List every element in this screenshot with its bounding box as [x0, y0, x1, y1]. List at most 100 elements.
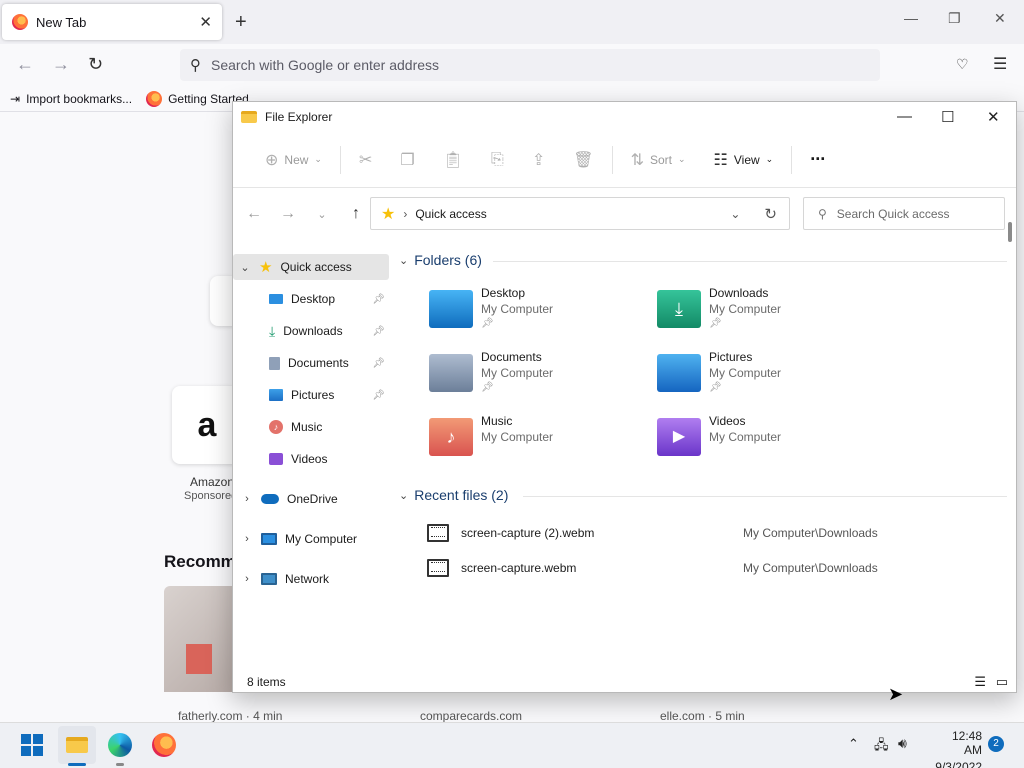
chevron-down-icon: ⌄: [314, 154, 322, 164]
copy-button[interactable]: ❐: [386, 144, 428, 176]
minimize-button[interactable]: —: [897, 108, 912, 125]
folder-tile-documents[interactable]: Documents My Computer 📌︎: [429, 350, 649, 406]
delete-button[interactable]: 🗑︎: [559, 144, 607, 176]
network-icon[interactable]: 🖧︎: [874, 736, 889, 758]
recent-file-row[interactable]: screen-capture.webm My Computer\Download…: [427, 556, 927, 580]
taskbar-file-explorer[interactable]: [58, 726, 96, 764]
restore-browser-button[interactable]: ❐: [948, 10, 961, 27]
chevron-down-icon[interactable]: ⌄: [239, 261, 251, 274]
browser-tab[interactable]: New Tab ✕: [2, 4, 222, 40]
star-icon: ★: [259, 259, 273, 276]
menu-icon[interactable]: ☰: [993, 54, 1007, 74]
bookmark-import[interactable]: ⇥ Import bookmarks...: [10, 92, 132, 106]
address-bar[interactable]: ★ › Quick access ⌄ ↻: [370, 197, 790, 230]
close-button[interactable]: ✕: [987, 108, 1000, 126]
sidebar-item-desktop[interactable]: Desktop 📌︎: [233, 286, 389, 312]
folder-tile-videos[interactable]: ▶ Videos My Computer: [657, 414, 877, 470]
maximize-button[interactable]: ☐: [941, 108, 954, 126]
sidebar-item-my-computer[interactable]: › My Computer: [233, 526, 389, 552]
folder-tile-pictures[interactable]: Pictures My Computer 📌︎: [657, 350, 877, 406]
chevron-right-icon[interactable]: ›: [241, 573, 253, 585]
pin-icon: 📌︎: [481, 382, 494, 393]
volume-icon[interactable]: 🔊︎: [898, 735, 907, 752]
pin-icon[interactable]: 📌︎: [372, 390, 385, 401]
close-tab-icon[interactable]: ✕: [199, 13, 212, 31]
browser-tab-title: New Tab: [36, 14, 87, 30]
chevron-up-icon[interactable]: ⌃: [848, 736, 859, 752]
windows-logo-icon: [21, 734, 43, 756]
start-button[interactable]: [16, 729, 48, 761]
pin-icon[interactable]: 📌︎: [372, 358, 385, 369]
recommended-heading: Recomm: [164, 552, 236, 571]
network-icon: [261, 573, 277, 585]
paste-button[interactable]: 📋︎: [429, 144, 477, 176]
chevron-down-icon: ⌄: [399, 489, 409, 502]
pin-icon[interactable]: 📌︎: [372, 294, 385, 305]
new-button[interactable]: ⊕ New ⌄: [251, 144, 336, 176]
sidebar-item-music[interactable]: ♪ Music: [233, 414, 389, 440]
chevron-down-icon[interactable]: ⌄: [730, 207, 740, 221]
refresh-icon[interactable]: ↻: [764, 205, 777, 223]
mouse-cursor-icon: ➤: [888, 684, 904, 704]
cut-button[interactable]: ✂: [345, 144, 386, 176]
up-icon[interactable]: ↑: [339, 205, 373, 223]
more-options-button[interactable]: ···: [796, 144, 839, 176]
trash-icon: 🗑︎: [573, 151, 594, 169]
pin-icon[interactable]: 📌︎: [372, 326, 385, 337]
clock[interactable]: 12:48 AM 9/3/2022: [932, 729, 982, 768]
back-icon[interactable]: ←: [237, 205, 271, 223]
minimize-browser-button[interactable]: —: [904, 10, 918, 26]
sidebar-item-documents[interactable]: Documents 📌︎: [233, 350, 389, 376]
close-browser-button[interactable]: ✕: [994, 10, 1006, 27]
recent-file-row[interactable]: screen-capture (2).webm My Computer\Down…: [427, 521, 927, 545]
sidebar-item-onedrive[interactable]: › OneDrive: [233, 486, 389, 512]
sidebar-item-quick-access[interactable]: ⌄ ★ Quick access: [233, 254, 389, 280]
item-count: 8 items: [247, 675, 286, 689]
url-bar[interactable]: ⚲ Search with Google or enter address: [180, 49, 880, 81]
story-source[interactable]: fatherly.com · 4 min: [178, 709, 282, 723]
back-button[interactable]: ←: [16, 54, 34, 75]
search-input[interactable]: ⚲ Search Quick access: [803, 197, 1005, 230]
downloads-folder-icon: ⤓: [657, 290, 701, 328]
details-view-icon[interactable]: ☰: [974, 674, 986, 690]
chevron-right-icon[interactable]: ›: [241, 493, 253, 505]
chevron-down-icon: ⌄: [399, 254, 409, 267]
recent-files-section-header[interactable]: ⌄ Recent files (2): [399, 487, 508, 503]
folders-section-header[interactable]: ⌄ Folders (6): [399, 252, 482, 268]
breadcrumb-chevron-icon: ›: [403, 206, 408, 221]
forward-icon[interactable]: →: [271, 205, 305, 223]
breadcrumb[interactable]: Quick access: [415, 207, 486, 221]
music-folder-icon: ♪: [429, 418, 473, 456]
sort-button[interactable]: ⇅ Sort ⌄: [617, 144, 700, 176]
taskbar-edge[interactable]: [104, 729, 136, 761]
story-source[interactable]: comparecards.com: [420, 709, 522, 723]
recent-locations-icon[interactable]: ⌄: [305, 208, 339, 221]
tiles-view-icon[interactable]: ▭: [996, 674, 1008, 690]
sidebar-item-network[interactable]: › Network: [233, 566, 389, 592]
shortcut-title: Amazon: [190, 475, 235, 489]
desktop-folder-icon: [429, 290, 473, 328]
folder-tile-music[interactable]: ♪ Music My Computer: [429, 414, 649, 470]
sidebar-item-pictures[interactable]: Pictures 📌︎: [233, 382, 389, 408]
desktop-icon: [269, 294, 283, 304]
sidebar-item-videos[interactable]: Videos: [233, 446, 389, 472]
chevron-right-icon[interactable]: ›: [241, 533, 253, 545]
rename-button[interactable]: ⎘: [477, 144, 518, 176]
story-source[interactable]: elle.com · 5 min: [660, 709, 745, 723]
folder-tile-downloads[interactable]: ⤓ Downloads My Computer 📌︎: [657, 286, 877, 342]
story-image[interactable]: [164, 586, 234, 692]
notification-badge[interactable]: 2: [988, 736, 1004, 752]
pin-icon: 📌︎: [709, 318, 722, 329]
forward-button[interactable]: →: [52, 54, 70, 75]
reload-button[interactable]: ↻: [88, 54, 103, 75]
pocket-icon[interactable]: ♡: [956, 56, 969, 73]
clock-date: 9/3/2022: [935, 760, 982, 768]
scrollbar-thumb[interactable]: [1008, 222, 1012, 242]
sidebar-item-downloads[interactable]: ⤓ Downloads 📌︎: [233, 318, 389, 344]
taskbar-firefox[interactable]: [148, 729, 180, 761]
share-button[interactable]: ⇪: [518, 144, 559, 176]
new-tab-button[interactable]: +: [235, 12, 247, 32]
view-button[interactable]: ☷ View ⌄: [700, 144, 788, 176]
folder-tile-desktop[interactable]: Desktop My Computer 📌︎: [429, 286, 649, 342]
computer-icon: [261, 533, 277, 545]
